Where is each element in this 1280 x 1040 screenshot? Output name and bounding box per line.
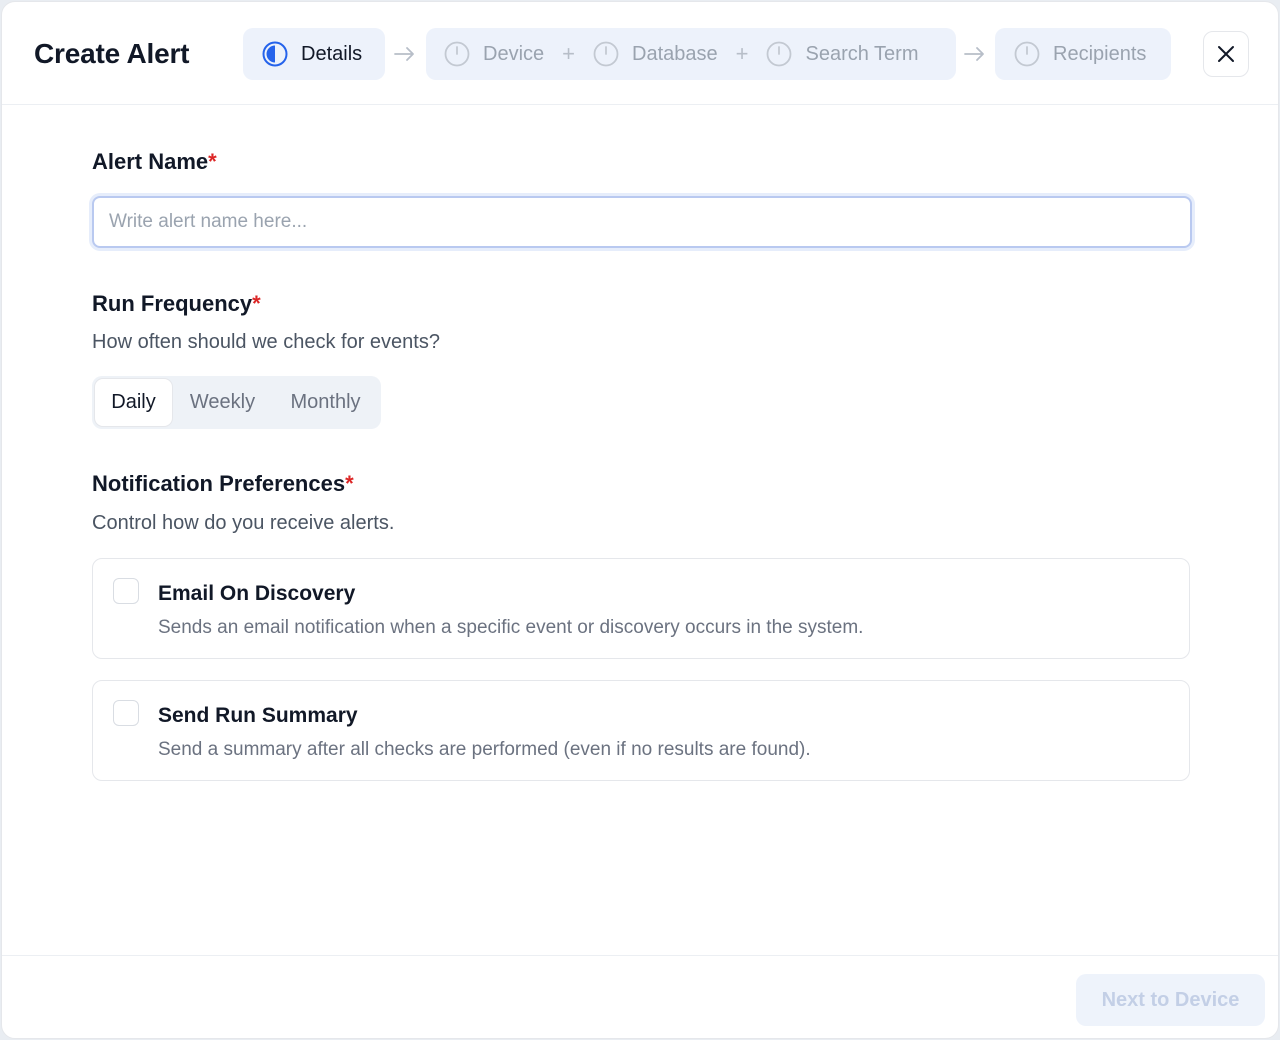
frequency-weekly-option[interactable]: Weekly: [172, 379, 273, 426]
close-icon: [1218, 46, 1234, 62]
arrow-right-icon: [394, 47, 414, 61]
run-frequency-segmented-control: Daily Weekly Monthly: [92, 376, 381, 429]
step-recipients-label: Recipients: [1053, 43, 1147, 65]
modal-header: Create Alert Details Device + Database +…: [2, 2, 1278, 105]
arrow-right-icon: [964, 47, 984, 61]
step-details[interactable]: Details: [243, 28, 385, 80]
run-frequency-label: Run Frequency*: [92, 290, 261, 318]
step-database[interactable]: Database: [593, 28, 718, 80]
alert-name-label: Alert Name*: [92, 148, 217, 176]
notification-preferences-label-text: Notification Preferences: [92, 471, 346, 496]
step-details-inner: Details: [262, 28, 362, 80]
step-database-label: Database: [632, 43, 718, 65]
plus-separator-icon: +: [562, 41, 575, 66]
notification-preferences-label: Notification Preferences*: [92, 470, 354, 498]
alert-name-label-text: Alert Name: [92, 149, 209, 174]
alert-name-field[interactable]: [92, 196, 1192, 248]
page-title: Create Alert: [34, 38, 190, 69]
frequency-daily-option[interactable]: Daily: [95, 379, 172, 426]
step-search-term-label: Search Term: [805, 43, 919, 65]
next-to-device-button[interactable]: Next to Device: [1076, 974, 1265, 1026]
run-frequency-helper: How often should we check for events?: [92, 331, 440, 353]
create-alert-modal: Create Alert Details Device + Database +…: [1, 1, 1279, 1039]
step-recipients-inner: Recipients: [1014, 28, 1146, 80]
plus-separator-icon: +: [735, 41, 749, 66]
progress-empty-icon: [767, 41, 792, 67]
modal-footer: Next to Device: [2, 955, 1278, 1038]
progress-empty-icon: [1014, 41, 1040, 67]
send-run-summary-option[interactable]: Send Run Summary Send a summary after al…: [92, 680, 1190, 781]
run-frequency-label-text: Run Frequency: [92, 291, 253, 316]
alert-name-input[interactable]: [94, 198, 1190, 246]
progress-half-icon: [262, 41, 288, 67]
required-asterisk: *: [345, 471, 354, 496]
notification-preferences-helper: Control how do you receive alerts.: [92, 512, 395, 534]
close-button[interactable]: [1203, 31, 1249, 77]
progress-empty-icon: [444, 41, 470, 67]
send-run-summary-checkbox[interactable]: [113, 700, 139, 726]
step-group-device-database-search: Device + Database + Search Term: [426, 28, 956, 80]
progress-empty-icon: [593, 41, 619, 67]
step-recipients[interactable]: Recipients: [995, 28, 1171, 80]
step-details-label: Details: [301, 43, 363, 65]
email-on-discovery-checkbox[interactable]: [113, 578, 139, 604]
email-on-discovery-title: Email On Discovery: [158, 582, 356, 605]
step-search-term[interactable]: Search Term: [766, 28, 919, 80]
step-device[interactable]: Device: [444, 28, 544, 80]
step-device-label: Device: [483, 43, 545, 65]
frequency-monthly-option[interactable]: Monthly: [273, 379, 378, 426]
required-asterisk: *: [208, 149, 217, 174]
email-on-discovery-description: Sends an email notification when a speci…: [158, 617, 864, 638]
email-on-discovery-option[interactable]: Email On Discovery Sends an email notifi…: [92, 558, 1190, 659]
send-run-summary-title: Send Run Summary: [158, 704, 358, 727]
required-asterisk: *: [252, 291, 261, 316]
send-run-summary-description: Send a summary after all checks are perf…: [158, 739, 811, 760]
